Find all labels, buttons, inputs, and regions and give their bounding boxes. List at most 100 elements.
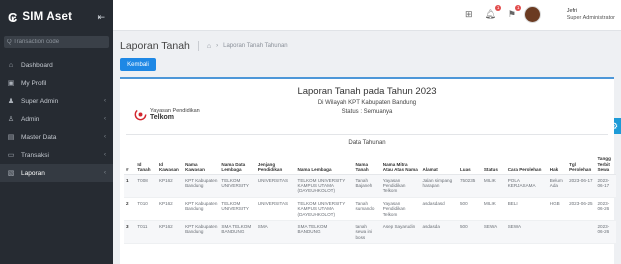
user-icon: ♙ <box>7 116 15 123</box>
grid-icon[interactable]: ⊞ <box>465 9 473 20</box>
column-header: Luas <box>458 154 482 175</box>
avatar[interactable] <box>524 6 541 23</box>
table-cell <box>567 220 596 245</box>
pin-icon[interactable]: ⇤ <box>97 12 105 23</box>
column-header: Nama Mitra Atau Atas Nama <box>380 154 421 175</box>
sidebar-item-label: Super Admin <box>21 97 59 105</box>
chevron-left-icon: ‹ <box>104 170 106 176</box>
table-cell: Asep Sayarudin <box>380 220 421 245</box>
column-header: Nama Lembaga <box>295 154 354 175</box>
table-cell: SMA TELKOM BANDUNG <box>295 220 354 245</box>
sidebar-item-label: Laporan <box>21 169 45 177</box>
table-cell: SMA <box>255 220 296 245</box>
table-cell: 2023-06-17 <box>567 174 596 198</box>
user-role: Super Administrator <box>566 15 615 21</box>
brand-name: SIM Aset <box>22 11 73 23</box>
table-cell: KP162 <box>156 220 184 245</box>
column-header: Hak <box>547 154 568 175</box>
table-cell: MILIK <box>481 174 506 198</box>
users-icon: ♟ <box>7 98 15 105</box>
table-cell: 500 <box>458 220 482 245</box>
app-root: ₢ SIM Aset ⇤ ⌂ Dashboard ▣ My Profil ♟ S… <box>0 0 621 264</box>
sidebar-item-my-profil[interactable]: ▣ My Profil <box>0 74 113 92</box>
table-cell: KPT Kabupaten Bandung <box>183 220 220 245</box>
sidebar: ₢ SIM Aset ⇤ ⌂ Dashboard ▣ My Profil ♟ S… <box>0 0 113 264</box>
report-icon: ▧ <box>7 170 15 177</box>
table-cell: T010 <box>135 197 157 221</box>
breadcrumb[interactable]: Laporan Tanah Tahunan <box>223 43 288 49</box>
divider <box>197 41 199 51</box>
column-header: Alamat <box>420 154 458 175</box>
table-cell: MILIK <box>481 197 506 221</box>
report-subtitle: Di Wilayah KPT Kabupaten Bandung <box>317 100 417 106</box>
table-cell: UNIVERSITAS <box>255 197 296 221</box>
table-cell: UNIVERSITAS <box>255 174 296 198</box>
sidebar-item-dashboard[interactable]: ⌂ Dashboard <box>0 56 113 74</box>
user-menu[interactable]: Jefri Super Administrator <box>567 8 615 22</box>
topbar-icons: ⊞ 🔔︎ 1 ⚑ 1 <box>465 5 521 20</box>
report-heading: Laporan Tanah pada Tahun 2023 Di Wilayah… <box>120 86 614 115</box>
notification-badge: 1 <box>495 5 501 11</box>
report-title: Laporan Tanah pada Tahun 2023 <box>297 86 437 97</box>
table-cell <box>547 220 568 245</box>
table-body: 1 T008 KP162 KPT Kabupaten Bandung TELKOM UN… <box>124 174 616 245</box>
table-cell: 2023-06-26 <box>595 197 616 221</box>
alert-icon[interactable]: ⚑ 1 <box>508 5 521 20</box>
chevron-left-icon: ‹ <box>104 152 106 158</box>
table-cell: KP162 <box>156 174 184 198</box>
sidebar-item-transaksi[interactable]: ▭ Transaksi ‹ <box>0 146 113 164</box>
table-cell: SEWA <box>505 220 548 245</box>
table-cell: Belum Ada <box>547 174 568 198</box>
table-cell: TELKOM UNIVERSITY KAMPUS UTAMA (DAYEUHKO… <box>295 197 354 221</box>
table-cell: asdasdasd <box>420 197 458 221</box>
logo-big-text: Telkom <box>150 113 174 121</box>
bell-icon[interactable]: 🔔︎ 1 <box>484 5 501 20</box>
table-cell: KP162 <box>156 197 184 221</box>
table-row: 2 T010 KP162 KPT Kabupaten Bandung TELKOM UN… <box>124 197 616 221</box>
table-cell: tanah sewa ini boss <box>353 220 381 245</box>
column-header: Jenjang Pendidikan <box>255 154 296 175</box>
column-header: Tangg Terbit Sewa <box>595 154 616 175</box>
brand[interactable]: ₢ SIM Aset ⇤ <box>0 0 113 34</box>
table-cell: TELKOM UNIVERSITY <box>219 197 256 221</box>
chevron-right-icon: › <box>216 43 219 49</box>
transaction-code-search-input[interactable] <box>7 39 109 45</box>
table-cell: 2 <box>124 197 136 221</box>
table-cell: POLA KERJASAMA <box>505 174 548 198</box>
table-cell: 2023-06-17 <box>595 174 616 198</box>
report-card: Yayasan Pendidikan Telkom Laporan Tanah … <box>120 77 616 264</box>
table-cell: T011 <box>135 220 157 245</box>
table-cell: SEWA <box>481 220 506 245</box>
table-cell: TELKOM UNIVERSITY <box>219 174 256 198</box>
table-cell: Yayasan Pendidikan Telkom <box>380 197 421 221</box>
sidebar-item-super-admin[interactable]: ♟ Super Admin ‹ <box>0 92 113 110</box>
table-cell: Tanah Bajaneh <box>353 174 381 198</box>
table-cell: T008 <box>135 174 157 198</box>
column-header: Nama Data Lembaga <box>219 154 256 175</box>
sidebar-item-admin[interactable]: ♙ Admin ‹ <box>0 110 113 128</box>
chevron-left-icon: ‹ <box>104 134 106 140</box>
column-header: Nama Tanah <box>353 154 381 175</box>
column-header: Tgl Perolehan <box>567 154 596 175</box>
table-cell: KPT Kabupaten Bandung <box>183 174 220 198</box>
chevron-left-icon: ‹ <box>104 98 106 104</box>
column-header: Status <box>481 154 506 175</box>
sidebar-search <box>4 36 109 48</box>
sidebar-item-label: My Profil <box>21 79 47 87</box>
report-status: Status : Semuanya <box>341 109 393 115</box>
table-cell: 2023-06-25 <box>567 197 596 221</box>
transaction-icon: ▭ <box>7 152 15 159</box>
sidebar-item-master-data[interactable]: ▤ Master Data ‹ <box>0 128 113 146</box>
table-cell: Tanah sumando <box>353 197 381 221</box>
table-header: # Id Tanah Id Kawasan Nama Kawasan Nama Data… <box>124 154 616 175</box>
column-header: Nama Kawasan <box>183 154 220 175</box>
brand-logo-icon: ₢ <box>8 9 18 25</box>
report-table: # Id Tanah Id Kawasan Nama Kawasan Nama Data… <box>124 154 616 245</box>
table-cell: KPT Kabupaten Bandung <box>183 197 220 221</box>
home-icon[interactable]: ⌂ <box>207 43 211 50</box>
table-cell: Yayasan Pendidikan Telkom <box>380 174 421 198</box>
back-button[interactable]: Kembali <box>120 58 156 71</box>
sidebar-item-laporan[interactable]: ▧ Laporan ‹ <box>0 164 113 182</box>
table-cell: BELI <box>505 197 548 221</box>
sidebar-item-label: Master Data <box>21 133 57 141</box>
